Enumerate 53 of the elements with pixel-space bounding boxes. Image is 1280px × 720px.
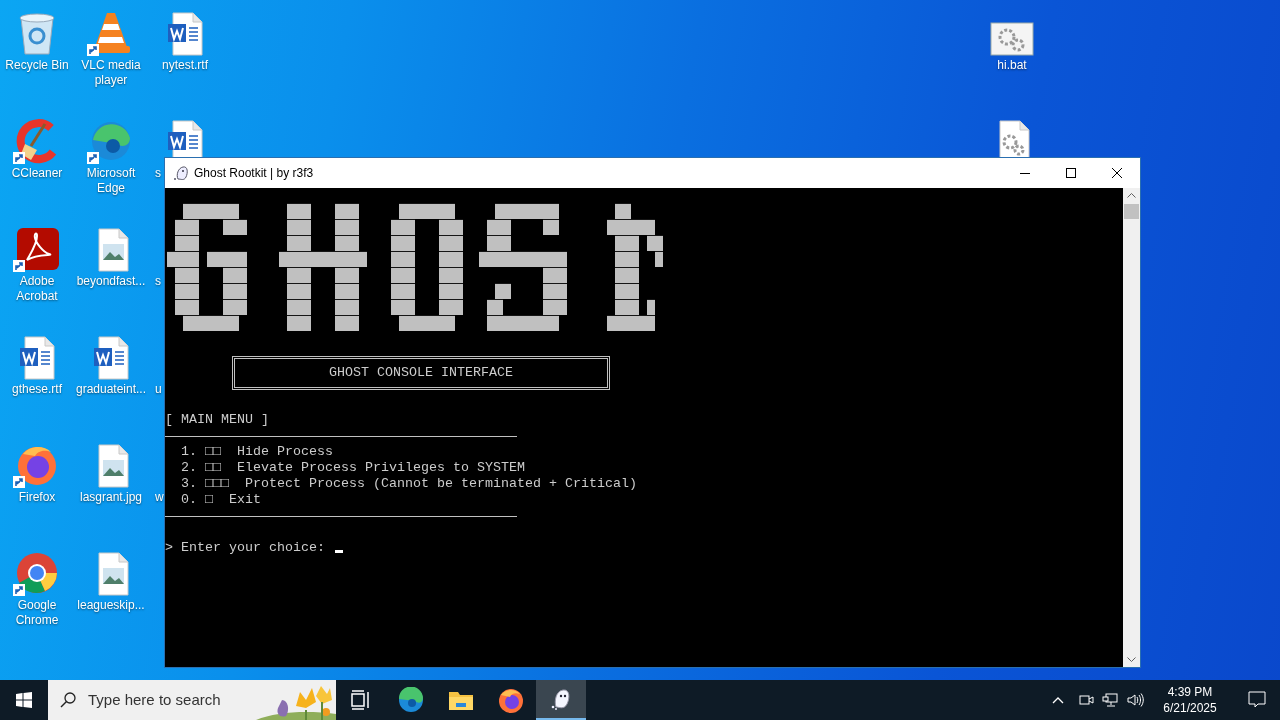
icon-label[interactable]: Google Chrome (1, 598, 73, 628)
ghost-icon (173, 165, 189, 181)
icon-label[interactable]: Adobe Acrobat (1, 274, 73, 304)
network-icon[interactable] (1102, 692, 1118, 708)
scrollbar[interactable] (1123, 188, 1140, 667)
task-view-icon (350, 690, 372, 710)
header-text: GHOST CONSOLE INTERFACE (329, 365, 513, 381)
chevron-up-icon[interactable] (1052, 696, 1064, 704)
close-icon (1112, 168, 1122, 178)
scroll-down-icon (1127, 657, 1136, 662)
icon-label[interactable]: hi.bat (997, 58, 1027, 73)
search-placeholder: Type here to search (88, 689, 221, 710)
minimize-icon (1020, 172, 1030, 174)
ascii-art-title: ███████ ███ ███ ███████ ████████ ██ ███ ███ ███ ███ ███ ███ ███ ██ ██████ ███ ███ ███ ███ ███ ███ ███ ██ ████ █████ ███████████ ███ ███ ███████████ ███ █ ███ ███ ███ ███ ███ ███ ███ ███ ███ ███ ███ ███ ███ ███ ██ ███ ███ ███ ███ ███ ███ ███ ███ ██ ███ ███ █ ███████ ███ ███ ███████ █████████ ██████ (167, 204, 664, 332)
icon-label[interactable]: graduateint... (75, 382, 147, 397)
speaker-icon[interactable] (1126, 692, 1144, 708)
scroll-up-icon (1127, 193, 1136, 198)
icon-label[interactable]: beyondfast... (75, 274, 147, 289)
icon-label[interactable]: Firefox (1, 490, 73, 505)
search-icon (60, 692, 76, 708)
search-field[interactable]: Type here to search (48, 680, 336, 720)
camera-icon[interactable] (1078, 692, 1094, 708)
menu-title: [ MAIN MENU ] (165, 412, 269, 427)
icon-label[interactable]: leagueskip... (75, 598, 147, 613)
icon-label[interactable]: lasgrant.jpg (75, 490, 147, 505)
broom-icon (15, 118, 59, 164)
notification-icon (1248, 691, 1266, 709)
edge-swirl-icon (398, 687, 424, 713)
icon-label[interactable]: Recycle Bin (1, 58, 73, 73)
clock-date: 6/21/2025 (1163, 700, 1217, 716)
scroll-thumb[interactable] (1124, 204, 1139, 219)
icon-label[interactable]: s (155, 274, 161, 289)
fox-globe-icon (498, 687, 524, 713)
clock[interactable]: 4:39 PM 6/21/2025 (1154, 684, 1226, 716)
clock-time: 4:39 PM (1167, 684, 1213, 700)
icon-label[interactable]: s (155, 166, 161, 181)
chrome-logo-icon (15, 550, 59, 596)
windows-logo-icon (16, 692, 32, 708)
gears-window-icon (990, 22, 1034, 56)
folder-icon (448, 689, 474, 711)
maximize-icon (1066, 168, 1076, 178)
icon-label[interactable]: u (155, 382, 162, 397)
icon-label[interactable]: VLC media player (75, 58, 147, 88)
icon-label[interactable]: nytest.rtf (149, 58, 221, 73)
acrobat-logo-icon (15, 226, 59, 272)
icon-label[interactable]: w (155, 490, 164, 505)
icon-label[interactable]: gthese.rtf (1, 382, 73, 397)
prompt-text: > Enter your choice: (165, 540, 325, 556)
icon-label[interactable]: CCleaner (1, 166, 73, 181)
text-cursor (334, 550, 343, 553)
taskbar-app-button[interactable] (536, 680, 586, 720)
window-title: Ghost Rootkit | by r3f3 (194, 165, 314, 182)
icon-label[interactable]: Microsoft Edge (75, 166, 147, 196)
